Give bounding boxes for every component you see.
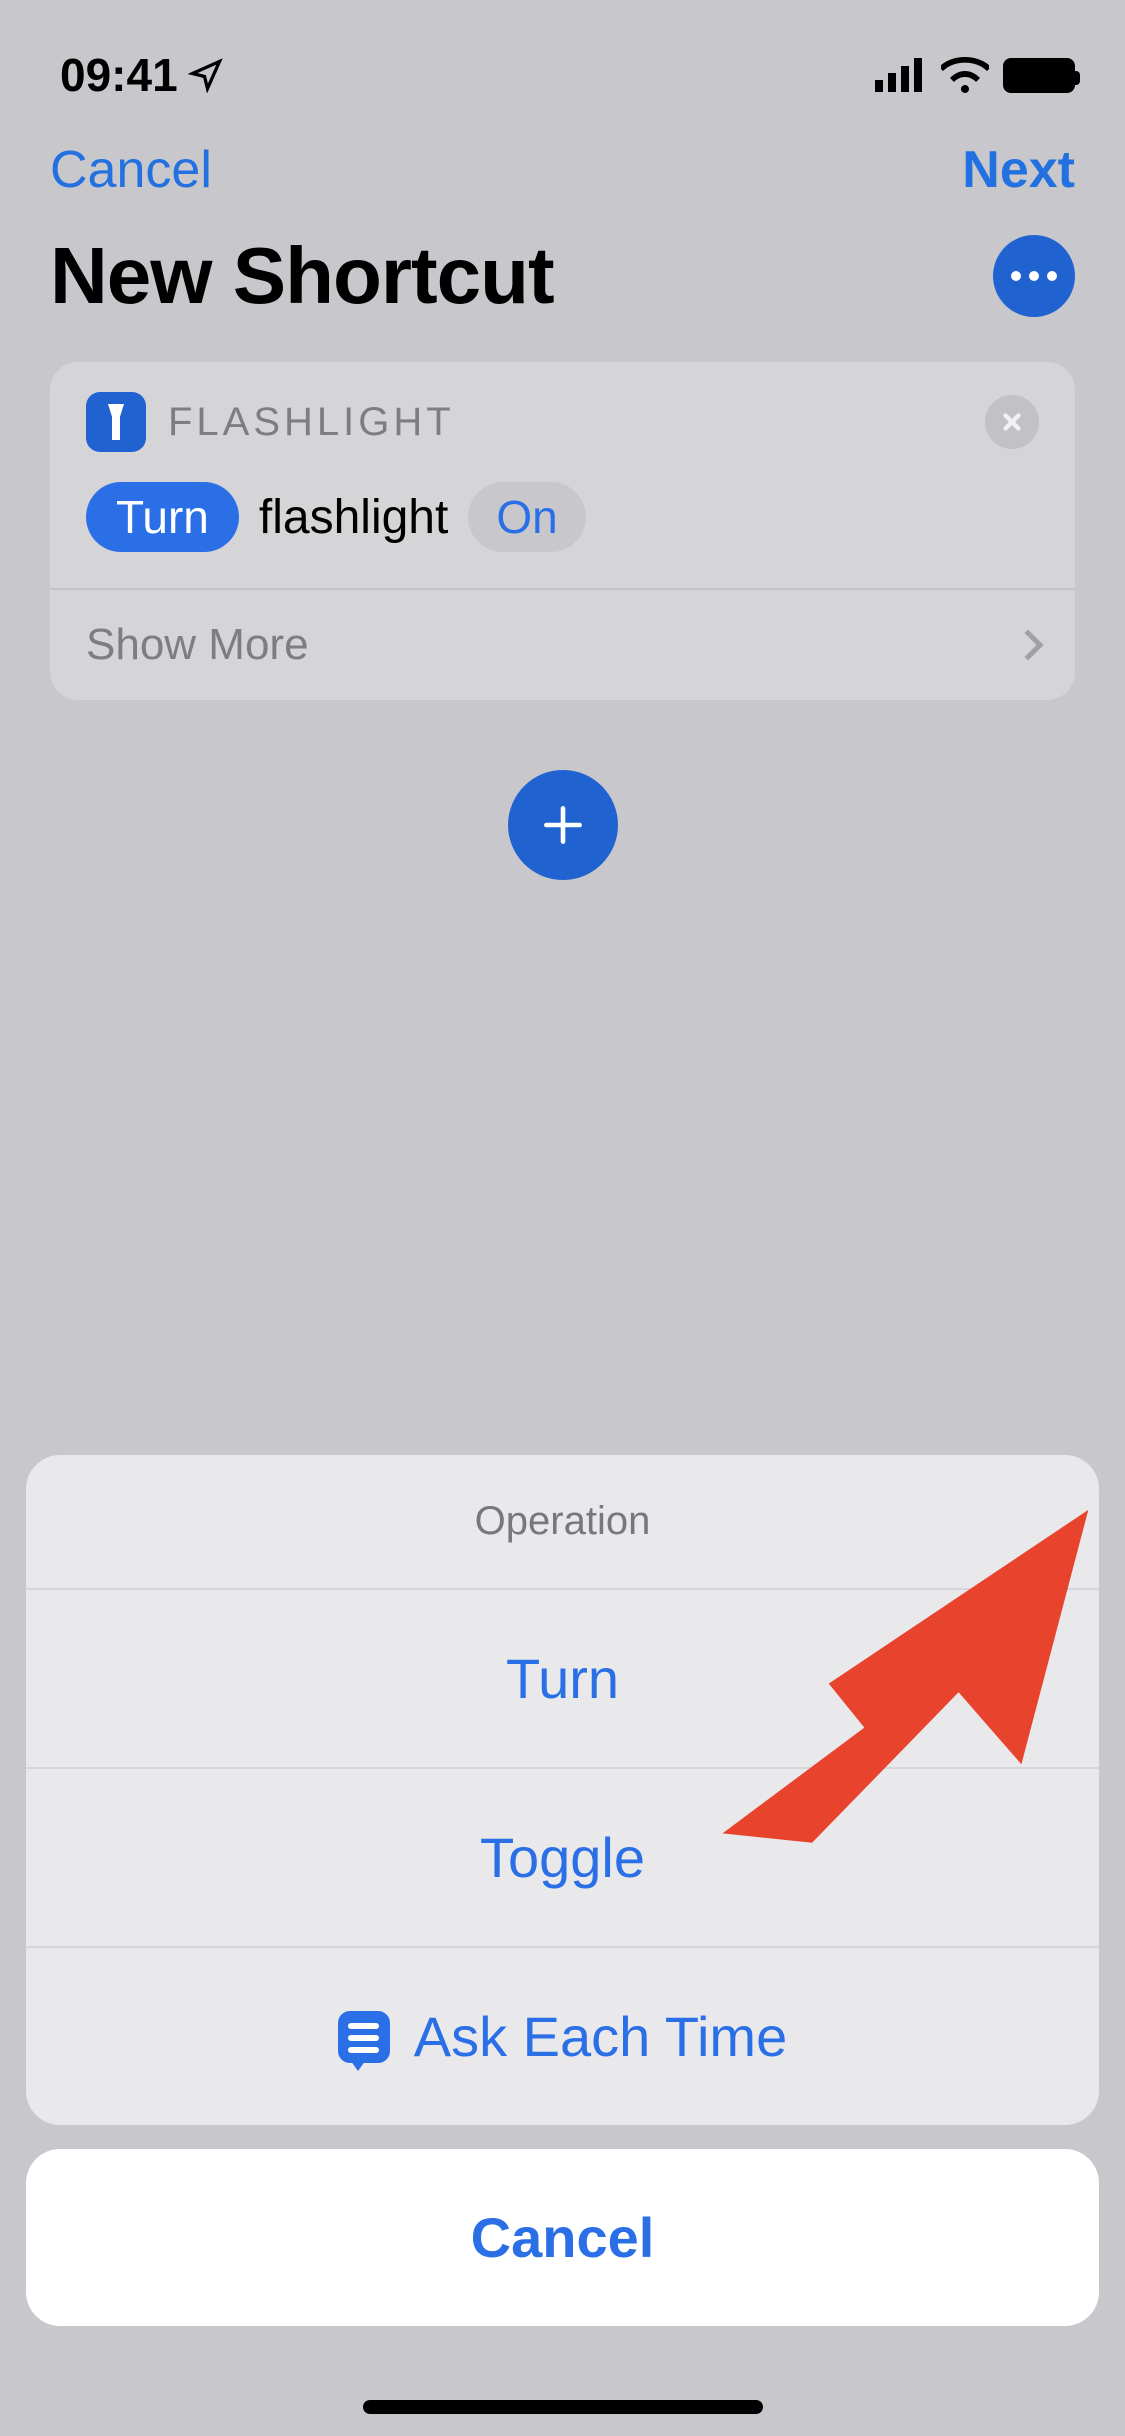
- action-sheet-container: Operation Turn Toggle Ask Each Time Canc…: [0, 1455, 1125, 2436]
- navigation-bar: Cancel Next: [0, 120, 1125, 220]
- flashlight-icon: [106, 404, 126, 440]
- sheet-cancel-label: Cancel: [471, 2206, 655, 2269]
- state-pill[interactable]: On: [468, 482, 585, 552]
- sheet-title: Operation: [26, 1455, 1099, 1588]
- add-action-wrap: [0, 710, 1125, 940]
- wifi-icon: [941, 57, 989, 93]
- ask-each-time-label: Ask Each Time: [414, 2004, 787, 2069]
- location-icon: [188, 57, 224, 93]
- show-more-label: Show More: [86, 620, 309, 670]
- close-icon: [999, 409, 1025, 435]
- page-title: New Shortcut: [50, 230, 554, 322]
- status-time-group: 09:41: [60, 48, 224, 102]
- home-indicator[interactable]: [363, 2400, 763, 2414]
- sheet-option-label: Toggle: [480, 1826, 645, 1889]
- remove-action-button[interactable]: [985, 395, 1039, 449]
- action-sheet: Operation Turn Toggle Ask Each Time: [26, 1455, 1099, 2125]
- sheet-option-turn[interactable]: Turn: [26, 1588, 1099, 1767]
- battery-icon: [1003, 58, 1075, 93]
- action-app-label: FLASHLIGHT: [168, 400, 455, 445]
- sheet-option-label: Turn: [506, 1647, 619, 1710]
- flashlight-app-icon: [86, 392, 146, 452]
- sheet-ask-each-time[interactable]: Ask Each Time: [26, 1946, 1099, 2125]
- sheet-cancel-button[interactable]: Cancel: [26, 2149, 1099, 2326]
- sheet-option-toggle[interactable]: Toggle: [26, 1767, 1099, 1946]
- status-time: 09:41: [60, 48, 178, 102]
- add-action-button[interactable]: [508, 770, 618, 880]
- action-subject: flashlight: [259, 490, 448, 545]
- status-icons: [875, 57, 1075, 93]
- action-expression: Turn flashlight On: [50, 472, 1075, 588]
- ellipsis-icon: [1011, 271, 1021, 281]
- checkmark-icon: [991, 1646, 1039, 1711]
- plus-icon: [538, 800, 588, 850]
- action-card-header: FLASHLIGHT: [50, 362, 1075, 472]
- status-bar: 09:41: [0, 0, 1125, 120]
- operation-pill[interactable]: Turn: [86, 482, 239, 552]
- action-card: FLASHLIGHT Turn flashlight On Show More: [50, 362, 1075, 700]
- chevron-right-icon: [1012, 629, 1043, 660]
- cancel-button[interactable]: Cancel: [50, 140, 212, 200]
- cellular-icon: [875, 58, 927, 92]
- next-button[interactable]: Next: [962, 140, 1075, 200]
- prompt-icon: [338, 2011, 390, 2063]
- more-button[interactable]: [993, 235, 1075, 317]
- header-row: New Shortcut: [0, 220, 1125, 352]
- show-more-row[interactable]: Show More: [50, 588, 1075, 700]
